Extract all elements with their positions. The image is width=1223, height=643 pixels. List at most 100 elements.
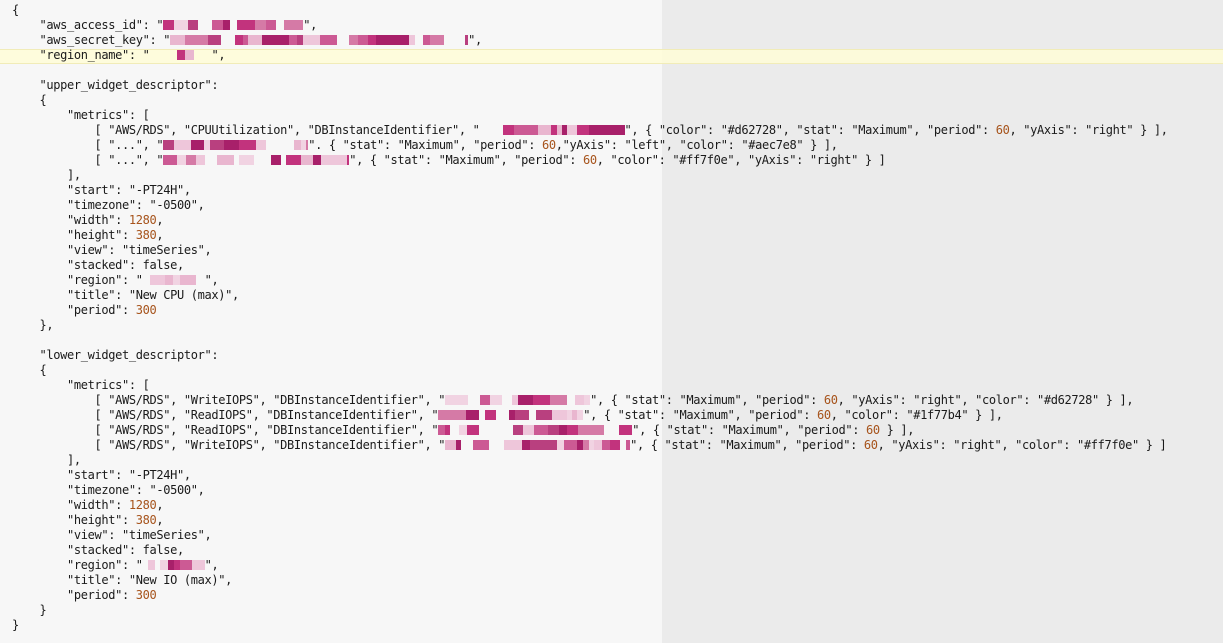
code-line[interactable]: "start": "-PT24H", <box>12 468 1168 483</box>
code-line[interactable]: "timezone": "-0500", <box>12 483 1168 498</box>
json-punctuation: , <box>424 393 439 407</box>
json-punctuation: : <box>122 588 136 602</box>
json-punctuation <box>12 48 40 62</box>
code-line[interactable]: [ "AWS/RDS", "WriteIOPS", "DBInstanceIde… <box>12 393 1168 408</box>
json-string: " <box>630 438 637 452</box>
code-line[interactable]: "lower_widget_descriptor": <box>12 348 1168 363</box>
json-string: "WriteIOPS" <box>183 438 260 452</box>
json-punctuation: , <box>211 558 219 572</box>
json-punctuation: , { <box>631 123 659 137</box>
json-key: "period" <box>927 123 982 137</box>
code-line[interactable]: [ "AWS/RDS", "ReadIOPS", "DBInstanceIden… <box>12 423 1168 438</box>
json-punctuation <box>12 468 67 482</box>
json-key: "height" <box>67 228 122 242</box>
code-line[interactable]: "region": " ", <box>12 273 1168 288</box>
code-line[interactable] <box>12 333 1168 348</box>
json-punctuation: , <box>170 123 184 137</box>
code-line[interactable]: "view": "timeSeries", <box>12 528 1168 543</box>
json-string: "#aec7e8" <box>741 138 804 152</box>
json-punctuation <box>12 303 67 317</box>
code-line[interactable]: "region_name": " ", <box>12 48 1168 63</box>
code-line[interactable]: "timezone": "-0500", <box>12 198 1168 213</box>
json-key: "stat" <box>617 408 660 422</box>
json-punctuation: } ] <box>858 153 886 167</box>
json-string: " <box>135 273 143 287</box>
json-punctuation: , <box>665 138 680 152</box>
json-punctuation: , <box>741 393 756 407</box>
json-string: "New CPU (max)" <box>128 288 232 302</box>
code-line[interactable]: }, <box>12 318 1168 333</box>
json-string: "right" <box>953 438 1002 452</box>
json-punctuation: : false, <box>128 543 184 557</box>
code-line[interactable]: "title": "New IO (max)", <box>12 573 1168 588</box>
code-line[interactable]: "width": 1280, <box>12 213 1168 228</box>
code-line[interactable]: "height": 380, <box>12 513 1168 528</box>
json-punctuation: : <box>1023 393 1037 407</box>
json-string: "DBInstanceIdentifier" <box>266 423 418 437</box>
json-punctuation: : <box>837 123 852 137</box>
code-line[interactable]: "stacked": false, <box>12 543 1168 558</box>
json-string: "#ff7f0e" <box>1077 438 1139 452</box>
code-line[interactable]: { <box>12 3 1168 18</box>
code-line[interactable]: "aws_secret_key": " ", <box>12 33 1168 48</box>
code-line[interactable]: "metrics": [ <box>12 108 1168 123</box>
json-punctuation: } ], <box>1098 393 1134 407</box>
json-string: "AWS/RDS" <box>108 408 171 422</box>
code-line[interactable]: ], <box>12 453 1168 468</box>
code-line[interactable] <box>12 63 1168 78</box>
code-line[interactable]: { <box>12 363 1168 378</box>
code-line[interactable]: } <box>12 618 1168 633</box>
code-line[interactable]: } <box>12 603 1168 618</box>
code-line[interactable]: [ "...", " ". { "stat": "Maximum", "perio… <box>12 138 1168 153</box>
json-key: "title" <box>67 288 116 302</box>
json-punctuation: , <box>156 213 164 227</box>
json-key: "region" <box>67 273 122 287</box>
code-line[interactable]: "region": " ", <box>12 558 1168 573</box>
code-line[interactable]: "start": "-PT24H", <box>12 183 1168 198</box>
code-line[interactable]: "aws_access_id": " ", <box>12 18 1168 33</box>
code-line[interactable]: "period": 300 <box>12 588 1168 603</box>
code-line[interactable]: "height": 380, <box>12 228 1168 243</box>
code-line[interactable]: "width": 1280, <box>12 498 1168 513</box>
code-line[interactable]: "period": 300 <box>12 303 1168 318</box>
json-punctuation: , <box>417 408 432 422</box>
code-line[interactable]: "view": "timeSeries", <box>12 243 1168 258</box>
json-punctuation: : <box>122 228 136 242</box>
json-string: "New IO (max)" <box>128 573 226 587</box>
json-punctuation: , <box>142 138 157 152</box>
json-key: "period" <box>473 138 529 152</box>
code-line[interactable]: [ "AWS/RDS", "CPUUtilization", "DBInstan… <box>12 123 1167 138</box>
json-key: "aws_secret_key" <box>39 33 150 47</box>
json-punctuation: : <box>115 288 129 302</box>
json-punctuation: [ <box>12 408 109 422</box>
json-punctuation <box>12 573 67 587</box>
json-punctuation: , { <box>637 438 665 452</box>
code-line[interactable]: { <box>12 93 1168 108</box>
json-punctuation: , <box>475 33 482 47</box>
code-text-area[interactable]: { "aws_access_id": " ", "aws_secret_key":… <box>0 3 1168 633</box>
json-punctuation: , { <box>356 153 384 167</box>
json-punctuation <box>12 528 67 542</box>
redacted-value <box>149 50 212 60</box>
code-editor[interactable]: { "aws_access_id": " ", "aws_secret_key":… <box>0 0 1223 643</box>
json-string: " <box>438 438 446 452</box>
code-line[interactable]: "stacked": false, <box>12 258 1168 273</box>
code-line[interactable]: [ "AWS/RDS", "WriteIOPS", "DBInstanceIde… <box>12 438 1168 453</box>
code-line[interactable]: ], <box>12 168 1168 183</box>
json-key: "timezone" <box>67 198 136 212</box>
json-string: "DBInstanceIdentifier" <box>307 123 460 137</box>
code-line[interactable]: [ "...", " ", { "stat": "Maximum", "perio… <box>12 153 1168 168</box>
redacted-value <box>142 560 205 570</box>
json-punctuation: , <box>783 423 798 437</box>
json-punctuation: , <box>197 483 205 497</box>
json-string: "right" <box>1085 123 1134 137</box>
json-string: " <box>156 18 164 32</box>
json-punctuation: : [ <box>128 108 150 122</box>
code-line[interactable]: "metrics": [ <box>12 378 1168 393</box>
code-line[interactable]: [ "AWS/RDS", "ReadIOPS", "DBInstanceIden… <box>12 408 1168 423</box>
code-line[interactable]: "upper_widget_descriptor": <box>12 78 1168 93</box>
json-string: "Maximum" <box>721 423 784 437</box>
code-line[interactable]: "title": "New CPU (max)", <box>12 288 1168 303</box>
json-punctuation: [ <box>12 153 109 167</box>
json-punctuation: , <box>837 393 852 407</box>
